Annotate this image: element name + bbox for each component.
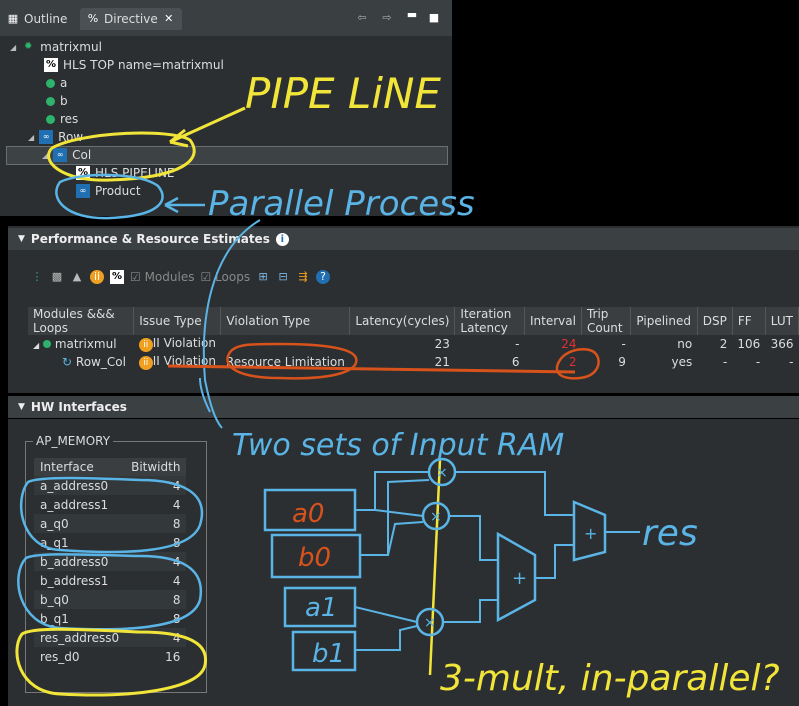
multiply-sign: × [436, 465, 448, 481]
b0-label: b0 [298, 543, 331, 573]
add-sign: + [512, 568, 527, 589]
circuit-wires [354, 471, 640, 651]
b1-label: b1 [312, 639, 345, 669]
two-sets-annotation: Two sets of Input RAM [232, 428, 564, 463]
multiply-sign: × [430, 509, 442, 525]
pipeline-arrow [169, 106, 246, 144]
a1-label: a1 [305, 593, 337, 623]
res-label: res [642, 513, 698, 554]
three-mult-annotation: 3-mult, in-parallel? [440, 658, 780, 699]
res-ports-circle [15, 627, 207, 697]
annotation-overlay: PIPE LiNE 3-mult, in-parallel? Parallel … [15, 69, 780, 699]
parallel-arrow [164, 196, 205, 214]
resource-limitation-circle [226, 342, 358, 380]
a0-label: a0 [292, 499, 324, 529]
resource-underline [167, 364, 576, 374]
b-ports-circle [17, 553, 203, 631]
pipeline-annotation: PIPE LiNE [245, 69, 441, 118]
add-sign: + [584, 524, 597, 543]
parallel-connector [202, 219, 261, 429]
a-ports-circle [20, 476, 204, 554]
interval-circle [555, 347, 600, 380]
yellow-divider [428, 459, 442, 676]
multiply-sign: × [424, 615, 436, 631]
parallel-annotation: Parallel Process [208, 184, 475, 224]
